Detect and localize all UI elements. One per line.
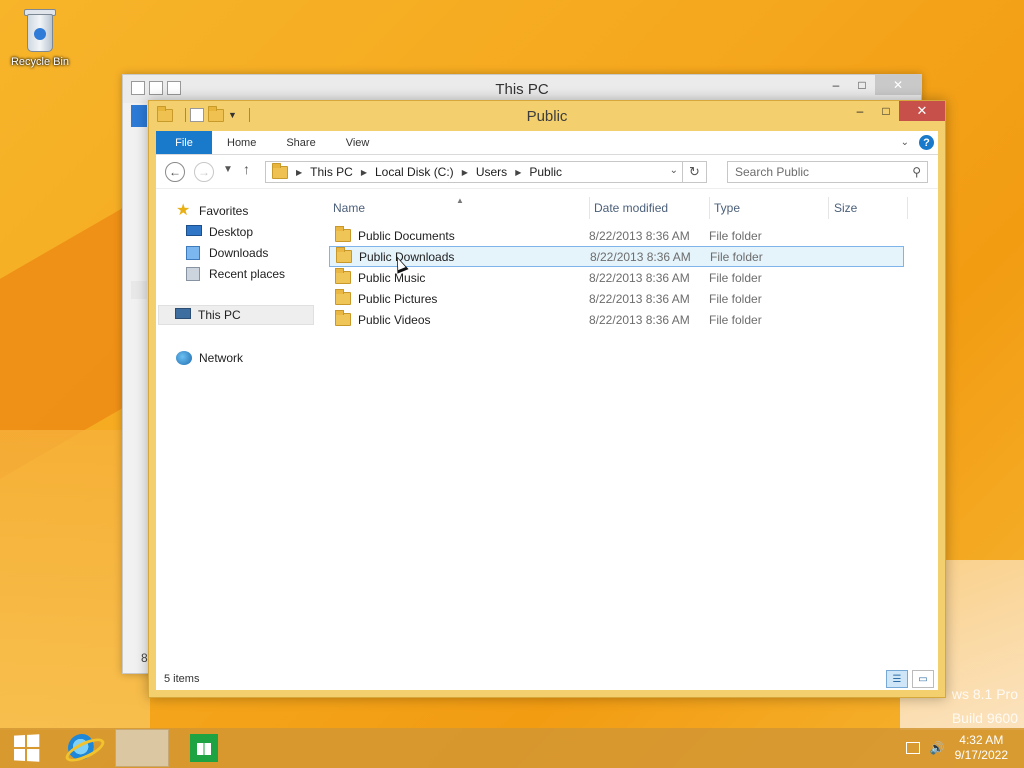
file-explorer-icon — [115, 729, 169, 767]
search-box[interactable]: ⚲ — [727, 161, 928, 183]
minimize-button[interactable]: – — [847, 101, 873, 121]
close-button[interactable]: ✕ — [899, 101, 945, 121]
folder-icon — [335, 226, 351, 242]
store-icon — [190, 734, 218, 762]
clock-time: 4:32 AM — [959, 733, 1004, 747]
window-client-area: File Home Share View ⌄ ? ← → ▼ ↑ ▶ This … — [156, 131, 938, 690]
breadcrumb-users[interactable]: Users — [476, 165, 507, 179]
refresh-button[interactable]: ↻ — [682, 162, 706, 182]
tab-share[interactable]: Share — [271, 131, 330, 154]
search-input[interactable] — [728, 162, 898, 182]
back-button[interactable]: ← — [165, 162, 185, 182]
recycle-bin-icon — [21, 6, 59, 54]
nav-recent-places[interactable]: Recent places — [186, 264, 285, 284]
window-title: Public — [526, 108, 568, 125]
computer-icon — [175, 308, 191, 319]
clock-date: 9/17/2022 — [954, 748, 1008, 762]
recycle-bin-desktop-icon[interactable]: Recycle Bin — [4, 6, 76, 68]
network-status-icon[interactable] — [905, 742, 920, 754]
folder-icon — [335, 268, 351, 284]
system-tray: 🔊 4:32 AM 9/17/2022 — [905, 728, 1024, 768]
column-header-size[interactable]: Size — [834, 197, 857, 219]
folder-icon — [335, 310, 351, 326]
column-header-date-modified[interactable]: Date modified — [594, 197, 668, 219]
recent-locations-chevron-icon[interactable]: ▼ — [223, 164, 233, 175]
item-count: 5 items — [164, 673, 200, 685]
tab-view[interactable]: View — [331, 131, 385, 154]
file-row[interactable]: Public Music 8/22/2013 8:36 AM File fold… — [329, 267, 904, 288]
navigation-pane: ★ Favorites Desktop Downloads Recent pla… — [156, 191, 316, 668]
address-history-chevron-icon[interactable]: ⌄ — [670, 165, 678, 176]
address-toolbar: ← → ▼ ↑ ▶ This PC ▶ Local Disk (C:) ▶ Us… — [156, 155, 938, 189]
close-button[interactable]: ✕ — [875, 75, 921, 95]
windows-edition-watermark: ws 8.1 Pro — [951, 686, 1018, 702]
help-icon[interactable]: ? — [919, 135, 934, 150]
file-list: Name ▲ Date modified Type Size Public Do… — [321, 191, 938, 668]
back-nav-item[interactable] — [131, 281, 147, 299]
network-icon — [176, 351, 192, 365]
forward-button[interactable]: → — [194, 162, 214, 182]
volume-icon[interactable]: 🔊 — [930, 741, 945, 755]
file-row[interactable]: Public Pictures 8/22/2013 8:36 AM File f… — [329, 288, 904, 309]
star-icon: ★ — [176, 202, 191, 219]
file-row[interactable]: Public Downloads 8/22/2013 8:36 AM File … — [329, 246, 904, 267]
file-row[interactable]: Public Videos 8/22/2013 8:36 AM File fol… — [329, 309, 904, 330]
expand-ribbon-chevron-icon[interactable]: ⌄ — [901, 137, 909, 148]
minimize-button[interactable]: – — [823, 75, 849, 95]
windows-build-watermark: Build 9600 — [951, 710, 1018, 726]
sort-ascending-icon: ▲ — [456, 196, 464, 205]
downloads-icon — [186, 246, 200, 260]
file-explorer-taskbar-button[interactable] — [114, 728, 170, 768]
ribbon-tabs: File Home Share View ⌄ ? — [156, 131, 938, 155]
recycle-bin-label: Recycle Bin — [10, 56, 70, 68]
column-header-type[interactable]: Type — [714, 197, 740, 219]
column-header-name[interactable]: Name ▲ — [333, 196, 464, 219]
folder-icon — [272, 162, 288, 179]
tab-file[interactable]: File — [156, 131, 212, 154]
details-view-button[interactable]: ☰ — [886, 670, 908, 688]
file-row[interactable]: Public Documents 8/22/2013 8:36 AM File … — [329, 225, 904, 246]
breadcrumb-public[interactable]: Public — [529, 165, 562, 179]
up-button[interactable]: ↑ — [243, 161, 250, 177]
windows-logo-icon — [14, 734, 40, 762]
tab-home[interactable]: Home — [212, 131, 271, 154]
search-icon[interactable]: ⚲ — [912, 165, 921, 179]
maximize-button[interactable]: □ — [873, 101, 899, 121]
store-taskbar-button[interactable] — [188, 728, 220, 768]
nav-downloads[interactable]: Downloads — [186, 243, 268, 263]
internet-explorer-icon — [68, 734, 96, 762]
folder-icon — [336, 247, 352, 263]
nav-network[interactable]: Network — [176, 348, 243, 368]
nav-desktop[interactable]: Desktop — [186, 222, 253, 242]
back-ribbon-file-tab[interactable] — [131, 105, 147, 127]
internet-explorer-taskbar-button[interactable] — [64, 728, 100, 768]
folder-icon — [335, 289, 351, 305]
public-explorer-window[interactable]: ▼ Public – □ ✕ File Home Share View ⌄ ? … — [148, 100, 946, 698]
start-button[interactable] — [8, 728, 44, 768]
maximize-button[interactable]: □ — [849, 75, 875, 95]
desktop-icon — [186, 225, 202, 236]
status-bar: 5 items ☰ ▭ — [156, 668, 938, 690]
this-pc-titlebar[interactable]: This PC – □ ✕ — [123, 75, 921, 103]
this-pc-title: This PC — [495, 81, 549, 98]
breadcrumb-this-pc[interactable]: This PC — [310, 165, 353, 179]
nav-favorites[interactable]: ★ Favorites — [176, 201, 248, 221]
recent-places-icon — [186, 267, 200, 281]
titlebar[interactable]: ▼ Public – □ ✕ — [149, 101, 945, 131]
taskbar: 🔊 4:32 AM 9/17/2022 — [0, 728, 1024, 768]
address-bar[interactable]: ▶ This PC ▶ Local Disk (C:) ▶ Users ▶ Pu… — [265, 161, 707, 183]
breadcrumb-local-disk[interactable]: Local Disk (C:) — [375, 165, 454, 179]
nav-this-pc[interactable]: This PC — [158, 305, 314, 325]
large-icons-view-button[interactable]: ▭ — [912, 670, 934, 688]
back-status-text: 8 — [141, 651, 148, 665]
clock[interactable]: 4:32 AM 9/17/2022 — [955, 733, 1008, 763]
